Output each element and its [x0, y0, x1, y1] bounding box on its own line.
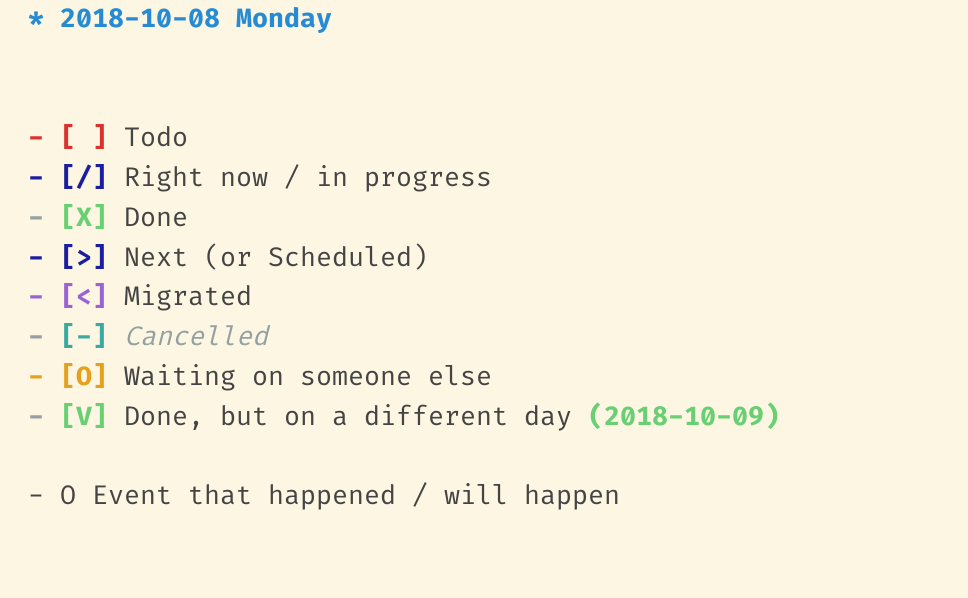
event-dash: -	[28, 480, 44, 512]
task-line: - [/] Right now / in progress	[28, 159, 940, 199]
task-marker: [/]	[60, 162, 108, 194]
blank-line	[28, 40, 940, 80]
task-line: - [O] Waiting on someone else	[28, 358, 940, 398]
task-trailing-date: (2018-10-09)	[588, 401, 780, 433]
task-label: Waiting on someone else	[124, 361, 492, 393]
task-marker: [ ]	[60, 122, 108, 154]
task-marker: [X]	[60, 202, 108, 234]
task-line: - [-] Cancelled	[28, 318, 940, 358]
task-label: Done, but on a different day	[124, 401, 588, 433]
task-dash: -	[28, 202, 44, 234]
event-mark: O	[60, 480, 76, 512]
task-dash: -	[28, 122, 44, 154]
task-dash: -	[28, 361, 44, 393]
task-label: Right now / in progress	[124, 162, 492, 194]
heading-bullet: *	[28, 3, 44, 35]
heading-line: * 2018-10-08 Monday	[28, 0, 940, 40]
task-line: - [ ] Todo	[28, 119, 940, 159]
task-dash: -	[28, 281, 44, 313]
event-label: Event that happened / will happen	[92, 480, 620, 512]
item-list: - [ ] Todo- [/] Right now / in progress-…	[28, 119, 940, 437]
task-marker: [-]	[60, 321, 108, 353]
task-label: Migrated	[124, 281, 252, 313]
blank-line	[28, 437, 940, 477]
task-dash: -	[28, 401, 44, 433]
task-label: Next (or Scheduled)	[124, 242, 428, 274]
task-marker: [V]	[60, 401, 108, 433]
task-label: Done	[124, 202, 188, 234]
task-line: - [X] Done	[28, 199, 940, 239]
task-line: - [<] Migrated	[28, 278, 940, 318]
task-dash: -	[28, 242, 44, 274]
task-dash: -	[28, 162, 44, 194]
task-marker: [O]	[60, 361, 108, 393]
blank-line	[28, 80, 940, 120]
task-line: - [V] Done, but on a different day (2018…	[28, 398, 940, 438]
task-label: Todo	[124, 122, 188, 154]
task-marker: [>]	[60, 242, 108, 274]
task-line: - [>] Next (or Scheduled)	[28, 239, 940, 279]
task-marker: [<]	[60, 281, 108, 313]
task-dash: -	[28, 321, 44, 353]
heading-text: 2018-10-08 Monday	[60, 3, 332, 35]
task-label: Cancelled	[124, 321, 268, 353]
event-line: - O Event that happened / will happen	[28, 477, 940, 517]
